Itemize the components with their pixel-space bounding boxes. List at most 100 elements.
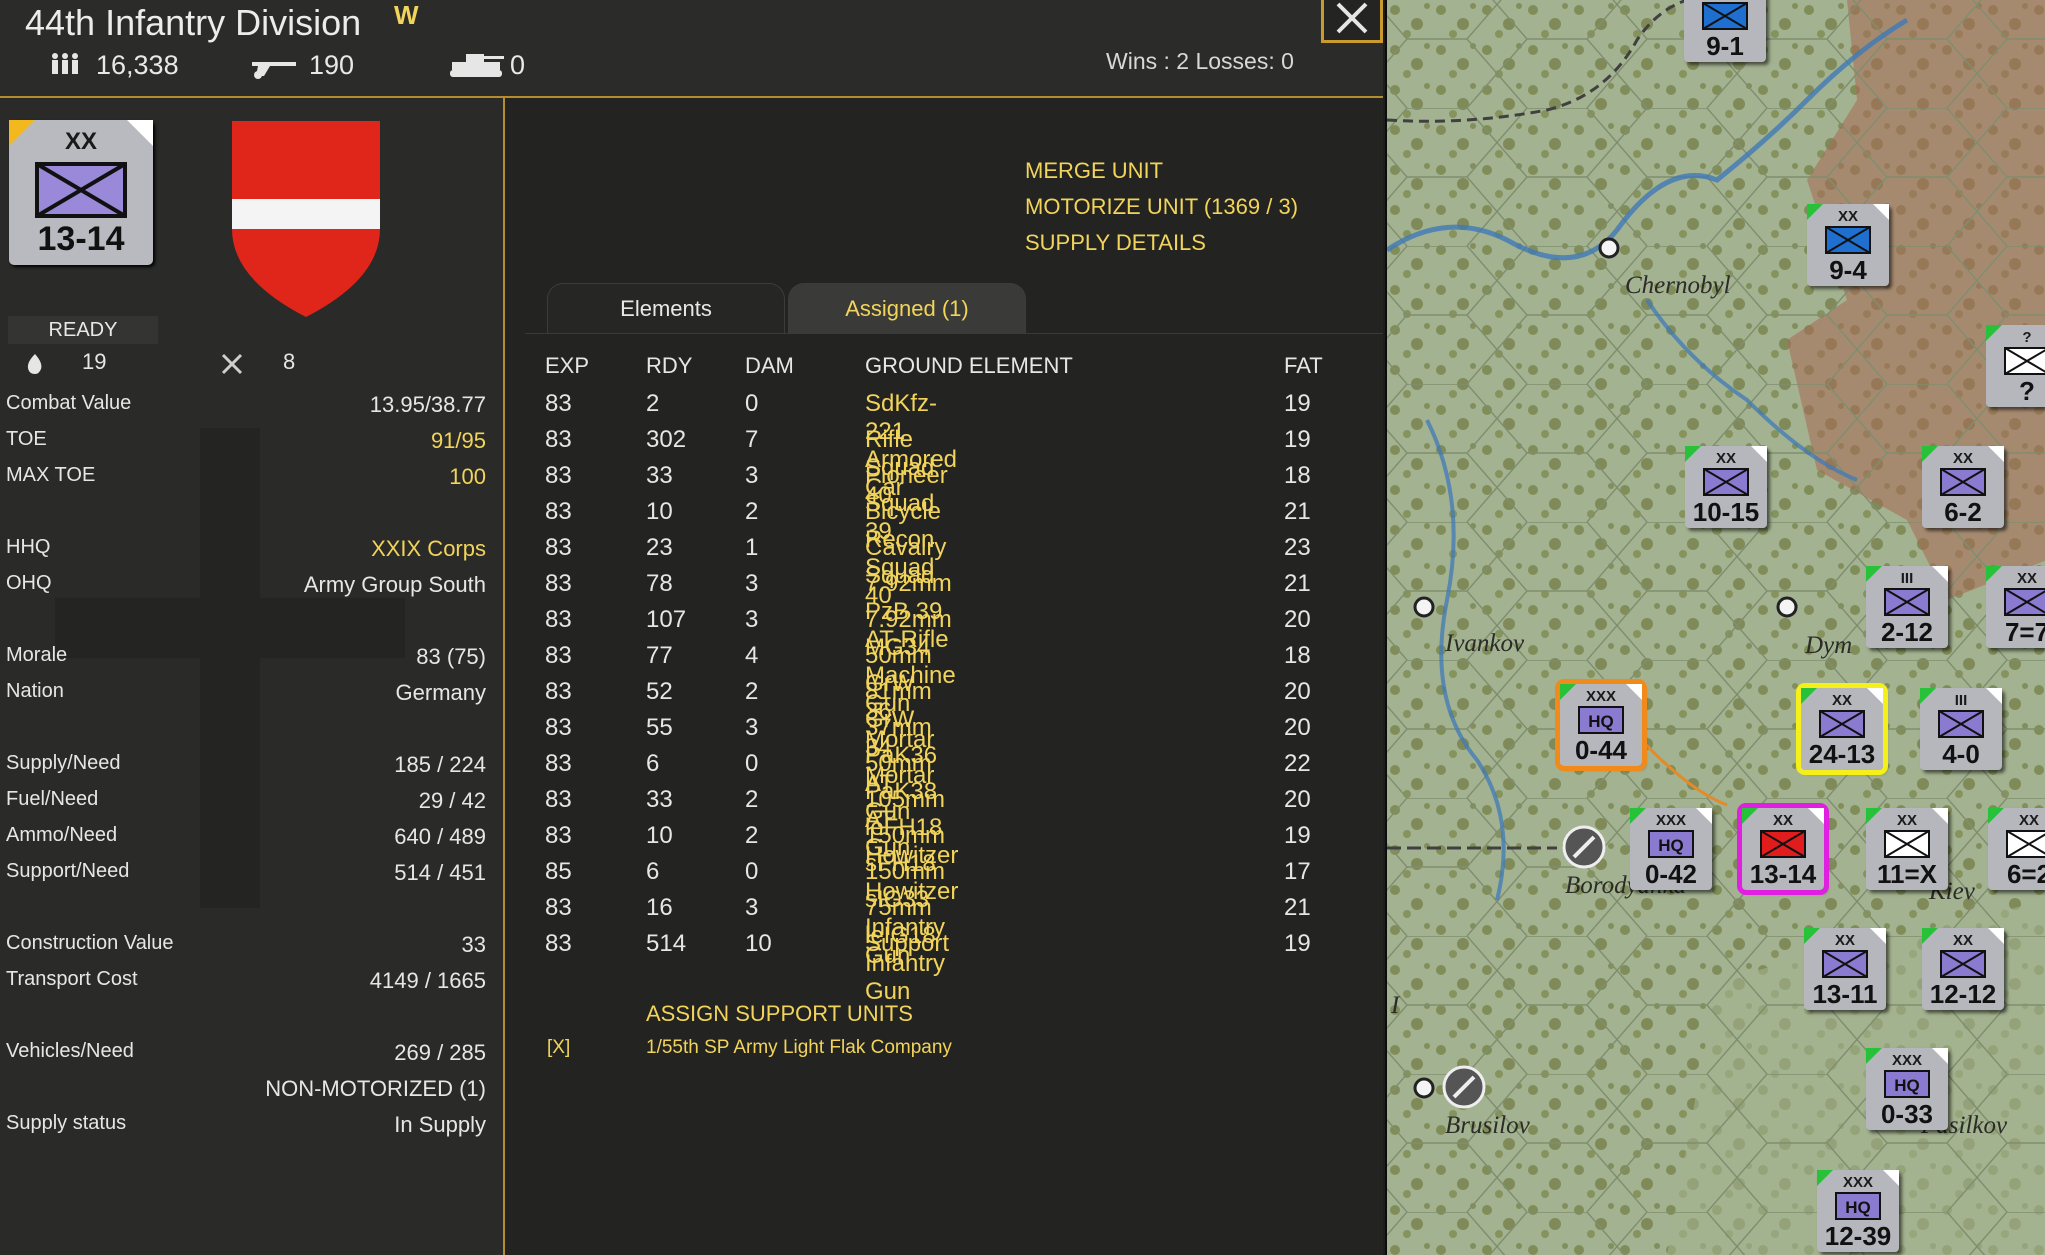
supply-details-button[interactable]: SUPPLY DETAILS (1025, 230, 1206, 256)
stat-value: 269 / 285 (394, 1040, 486, 1065)
counter-strength: 4-0 (1942, 739, 1980, 769)
dam-cell: 3 (745, 462, 759, 489)
column-header-fat[interactable]: FAT (1284, 353, 1323, 379)
counter-size: ? (2022, 329, 2032, 346)
unit-counter[interactable]: XX 13-14 (9, 120, 153, 265)
ground-element-name[interactable]: Support (865, 930, 949, 958)
merge-unit-button[interactable]: MERGE UNIT (1025, 158, 1163, 184)
counter-size: XX (1896, 812, 1917, 829)
fat-cell: 22 (1284, 750, 1311, 777)
dam-cell: 0 (745, 750, 759, 777)
unit-counter[interactable]: XX 11=X (1866, 808, 1948, 890)
dam-cell: 10 (745, 930, 772, 957)
counter-size: XXX (1842, 1174, 1873, 1191)
stat-label: Vehicles/Need (6, 1040, 134, 1062)
unit-counter[interactable]: XX 6-2 (1922, 446, 2004, 528)
exp-cell: 83 (545, 426, 572, 453)
unit-counter[interactable]: XX 9-4 (1807, 204, 1889, 286)
unit-counter[interactable]: XX 13-14 (1737, 803, 1829, 895)
town-label: Ivankov (1445, 630, 1525, 657)
infantry-symbol-icon (2006, 830, 2045, 858)
exp-cell: 83 (545, 642, 572, 669)
infantry-symbol-icon (1938, 710, 1984, 738)
stat-label: TOE (6, 428, 47, 450)
stat-label: Support/Need (6, 860, 130, 882)
unit-stats-panel: XX 13-14 READY 19 8 Combat Value 13.95/38… (0, 98, 505, 1255)
unit-counter[interactable]: XX 12-12 (1922, 928, 2004, 1010)
column-header-exp[interactable]: EXP (545, 353, 589, 379)
dam-cell: 1 (745, 534, 759, 561)
motorization-status: NON-MOTORIZED (1) (265, 1076, 486, 1101)
stat-value: 29 / 42 (418, 788, 486, 813)
exp-cell: 83 (545, 786, 572, 813)
stat-label: Morale (6, 644, 68, 666)
hq-label: HQ (1658, 836, 1684, 855)
unit-counter[interactable]: III 4-0 (1920, 688, 2002, 770)
assigned-support-unit[interactable]: 1/55th SP Army Light Flak Company (646, 1037, 952, 1059)
column-header-dam[interactable]: DAM (745, 353, 794, 379)
tab-elements[interactable]: Elements (547, 283, 785, 334)
rdy-cell: 302 (646, 426, 687, 453)
stat-label: OHQ (6, 572, 52, 594)
infantry-symbol-icon (1819, 710, 1865, 738)
infantry-symbol-icon (1760, 830, 1806, 858)
counter-strength: 0-33 (1880, 1099, 1934, 1129)
unit-counter[interactable]: XX 13-11 (1804, 928, 1886, 1010)
unit-counter[interactable]: ?? (1986, 325, 2045, 407)
unit-counter[interactable]: XXX HQ 0-33 (1866, 1048, 1948, 1130)
motorize-unit-button[interactable]: MOTORIZE UNIT (1369 / 3) (1025, 194, 1298, 220)
counter-size: XX (2018, 812, 2039, 829)
rdy-cell: 107 (646, 606, 687, 633)
counter-size: XX (1834, 932, 1855, 949)
close-icon (1336, 2, 1368, 34)
dam-cell: 0 (745, 390, 759, 417)
assign-support-units-heading: ASSIGN SUPPORT UNITS (646, 1001, 913, 1026)
fat-cell: 20 (1284, 786, 1311, 813)
stat-row: OHQ Army Group South (6, 572, 486, 602)
stat-row: Vehicles/Need 269 / 285 (6, 1040, 486, 1070)
exp-cell: 83 (545, 930, 572, 957)
counter-strength: 0-44 (1574, 735, 1628, 765)
hq-label: HQ (1894, 1076, 1920, 1095)
moves-value: 19 (82, 349, 107, 374)
fat-cell: 19 (1284, 822, 1311, 849)
rdy-cell: 77 (646, 642, 673, 669)
stat-row: Supply/Need 185 / 224 (6, 752, 486, 782)
unit-counter[interactable]: XXX HQ 0-42 (1630, 808, 1712, 890)
counter-strength: 13-14 (1749, 859, 1817, 889)
unit-counter[interactable]: XX 24-13 (1796, 683, 1888, 775)
close-button[interactable] (1321, 0, 1383, 43)
stat-value: 4149 / 1665 (369, 968, 486, 993)
fat-cell: 18 (1284, 642, 1311, 669)
remove-support-button[interactable]: [X] (547, 1037, 570, 1059)
unit-counter[interactable]: XX 7=7 (1986, 566, 2045, 648)
infantry-symbol-icon (2004, 588, 2045, 616)
unit-counter[interactable]: XX 10-15 (1685, 446, 1767, 528)
stat-value: 100 (449, 464, 486, 489)
unit-counter[interactable]: XX 6=2 (1988, 808, 2045, 890)
infantry-symbol-icon (35, 162, 127, 218)
dam-cell: 7 (745, 426, 759, 453)
fat-cell: 19 (1284, 390, 1311, 417)
dam-cell: 2 (745, 822, 759, 849)
unit-counter[interactable]: XXX HQ 0-44 (1555, 679, 1647, 771)
column-header-ground-element[interactable]: GROUND ELEMENT (865, 353, 1073, 379)
exp-cell: 83 (545, 570, 572, 597)
counter-size: XX (1772, 812, 1793, 829)
tab-assigned[interactable]: Assigned (1) (788, 283, 1026, 334)
unit-counter[interactable]: XXX HQ 12-39 (1817, 1170, 1899, 1252)
unit-counter[interactable]: III 2-12 (1866, 566, 1948, 648)
counter-size: XXX (1655, 812, 1686, 829)
counter-size: XX (1684, 0, 1766, 1)
dam-cell: 3 (745, 570, 759, 597)
unit-counter[interactable]: XX 9-1 (1684, 0, 1766, 62)
hq-symbol-icon: HQ (1648, 830, 1694, 858)
infantry-symbol-icon (1940, 950, 1986, 978)
rdy-cell: 23 (646, 534, 673, 561)
stat-row: MAX TOE 100 (6, 464, 486, 494)
stat-row: Combat Value 13.95/38.77 (6, 392, 486, 422)
hhq-link[interactable]: XXIX Corps (371, 536, 486, 562)
strategic-map[interactable]: Chernobyl Ivankov Dym Borodyanka Kiev Br… (1385, 0, 2045, 1255)
rdy-cell: 10 (646, 822, 673, 849)
column-header-rdy[interactable]: RDY (646, 353, 692, 379)
